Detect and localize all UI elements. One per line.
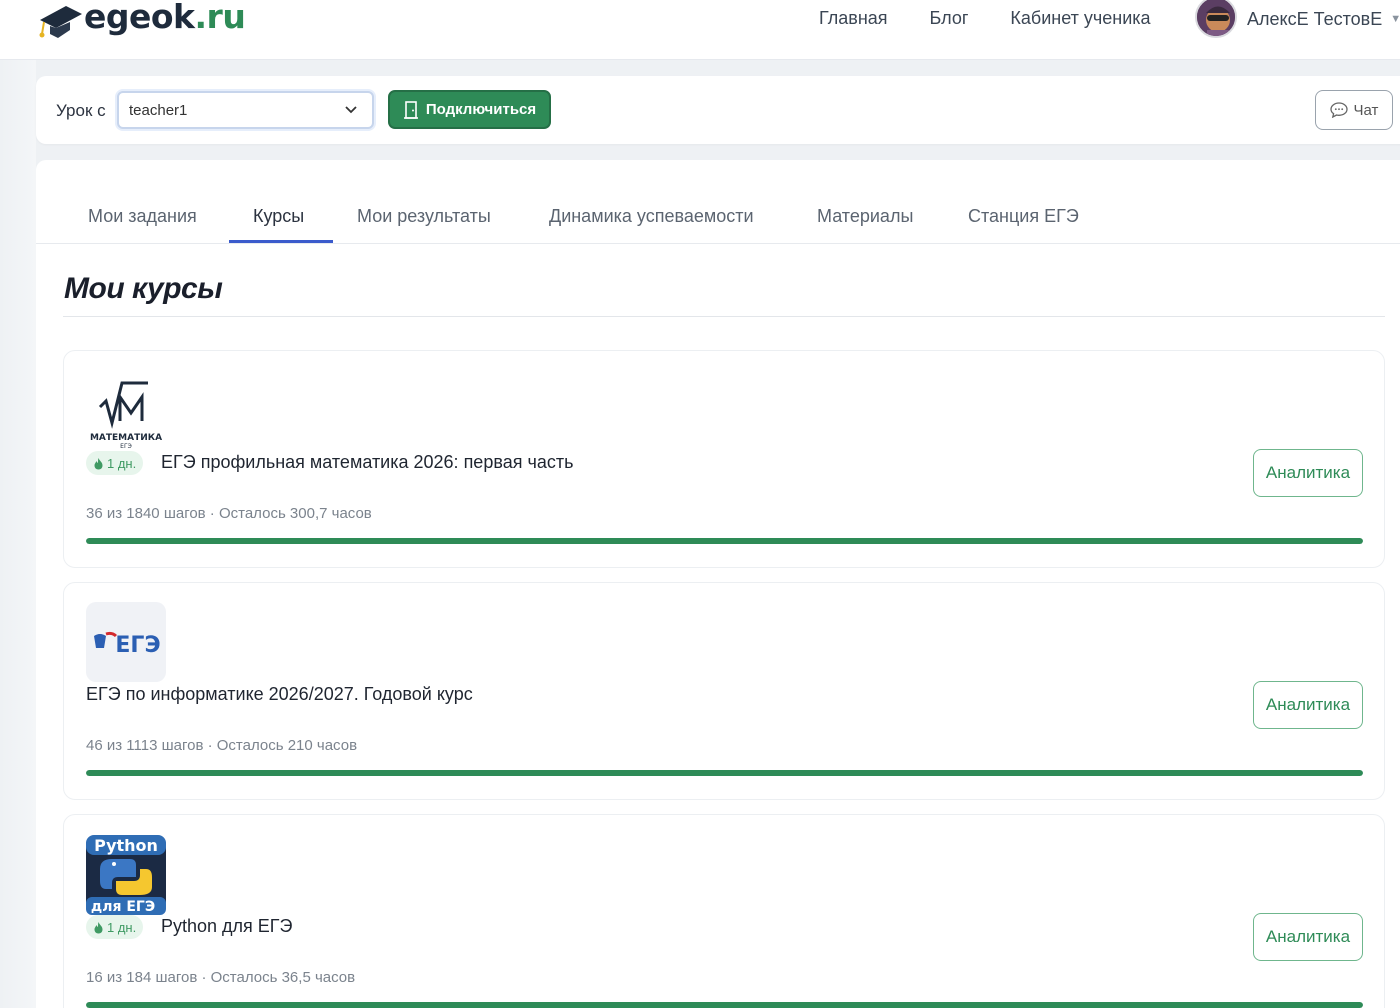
logo-tld: .ru <box>194 0 246 36</box>
tab-my-tasks[interactable]: Мои задания <box>88 206 197 227</box>
python-logo-sub: для ЕГЭ <box>91 899 155 915</box>
course-meta: 36 из 1840 шагов · Осталось 300,7 часов <box>86 505 372 522</box>
math-logo-text: МАТЕМАТИКА <box>90 433 162 443</box>
site-logo[interactable]: egeok.ru <box>36 0 246 42</box>
fire-icon <box>94 457 103 469</box>
math-logo-sub: ЕГЭ <box>120 443 132 450</box>
analytics-button[interactable]: Аналитика <box>1253 913 1363 961</box>
ege-logo-icon: ЕГЭ <box>94 631 161 658</box>
user-name: АлексЕ ТестовЕ <box>1247 8 1383 29</box>
teacher-select[interactable]: teacher1 <box>117 91 374 129</box>
fire-icon <box>94 921 103 933</box>
chevron-down-icon <box>345 106 357 114</box>
tab-my-results[interactable]: Мои результаты <box>357 206 491 227</box>
progress-bar <box>86 1002 1363 1008</box>
math-logo-icon: МАТЕМАТИКА ЕГЭ <box>90 381 162 450</box>
logo-main: egeok <box>84 0 195 36</box>
course-title[interactable]: ЕГЭ профильная математика 2026: первая ч… <box>161 452 573 473</box>
course-card: Python для ЕГЭ 1 дн. Python для ЕГЭ 16 и… <box>63 814 1385 1008</box>
course-card: МАТЕМАТИКА ЕГЭ 1 дн. ЕГЭ профильная мате… <box>63 350 1385 568</box>
progress-fill <box>86 1002 1363 1008</box>
chevron-down-icon: ▼ <box>1390 13 1400 25</box>
analytics-button[interactable]: Аналитика <box>1253 449 1363 497</box>
streak-label: 1 дн. <box>107 919 137 935</box>
active-tab-indicator <box>229 240 333 243</box>
teacher-select-value: teacher1 <box>129 102 188 119</box>
progress-bar <box>86 770 1363 776</box>
progress-fill <box>86 538 1363 544</box>
connect-button-label: Подключиться <box>425 101 537 118</box>
chat-button-label: Чат <box>1353 101 1379 119</box>
python-logo-text: Python <box>94 836 158 855</box>
ege-logo: ЕГЭ <box>86 602 166 682</box>
logo-text: egeok.ru <box>84 0 246 36</box>
course-title[interactable]: ЕГЭ по информатике 2026/2027. Годовой ку… <box>86 684 473 705</box>
avatar-icon <box>1197 0 1235 36</box>
top-navbar: egeok.ru Главная Блог Кабинет ученика Ал… <box>0 0 1400 60</box>
course-meta: 46 из 1113 шагов · Осталось 210 часов <box>86 737 358 754</box>
nav-link-home[interactable]: Главная <box>819 8 888 29</box>
nav-link-blog[interactable]: Блог <box>930 8 969 29</box>
analytics-button-label: Аналитика <box>1265 927 1351 946</box>
tab-courses[interactable]: Курсы <box>253 206 304 227</box>
connect-button[interactable]: Подключиться <box>388 90 551 129</box>
lesson-connect-bar: Урок с teacher1 Подключиться Чат <box>36 76 1400 144</box>
course-title[interactable]: Python для ЕГЭ <box>161 916 292 937</box>
analytics-button[interactable]: Аналитика <box>1253 681 1363 729</box>
tab-progress-dynamics[interactable]: Динамика успеваемости <box>549 206 754 227</box>
course-meta: 16 из 184 шагов · Осталось 36,5 часов <box>86 969 356 986</box>
door-icon <box>403 100 418 119</box>
python-logo-icon: Python для ЕГЭ <box>86 835 166 915</box>
streak-badge: 1 дн. <box>86 451 144 475</box>
chat-button[interactable]: Чат <box>1315 90 1393 130</box>
tabs-bar: Мои задания Курсы Мои результаты Динамик… <box>36 160 1400 244</box>
analytics-button-label: Аналитика <box>1265 695 1351 714</box>
graduation-cap-icon <box>39 6 82 38</box>
chat-bubble-icon <box>1329 102 1348 118</box>
tab-materials[interactable]: Материалы <box>817 206 913 227</box>
ege-logo-text: ЕГЭ <box>115 633 160 658</box>
divider <box>63 316 1385 317</box>
course-card: ЕГЭ ЕГЭ по информатике 2026/2027. Годово… <box>63 582 1385 800</box>
progress-bar <box>86 538 1363 544</box>
tab-ege-station[interactable]: Станция ЕГЭ <box>968 206 1079 227</box>
progress-fill <box>86 770 1363 776</box>
streak-label: 1 дн. <box>107 455 137 471</box>
streak-badge: 1 дн. <box>86 915 144 939</box>
background-strip <box>0 60 36 1008</box>
main-panel: Мои задания Курсы Мои результаты Динамик… <box>36 160 1400 1008</box>
analytics-button-label: Аналитика <box>1265 463 1351 482</box>
lesson-label: Урок с <box>56 101 106 120</box>
page-title: Мои курсы <box>64 272 223 305</box>
avatar <box>1195 0 1237 38</box>
main-nav: Главная Блог Кабинет ученика <box>819 6 1193 30</box>
user-menu[interactable]: АлексЕ ТестовЕ ▼ <box>1195 0 1400 38</box>
nav-link-student-cabinet[interactable]: Кабинет ученика <box>1010 8 1150 29</box>
